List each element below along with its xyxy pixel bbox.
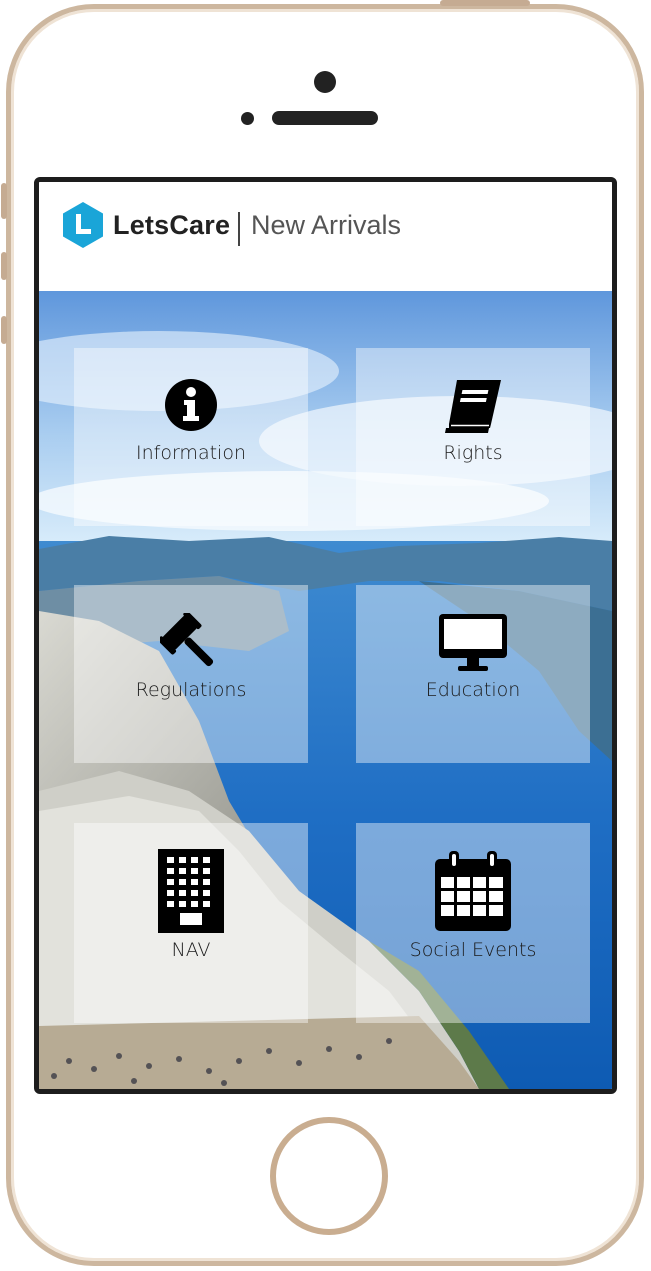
calendar-icon bbox=[435, 851, 511, 931]
volume-down-button bbox=[1, 316, 7, 344]
letscare-logo-icon bbox=[63, 202, 103, 248]
book-icon bbox=[445, 380, 501, 433]
tile-label: Information bbox=[136, 442, 246, 464]
tile-label: Rights bbox=[443, 442, 503, 464]
tile-label: Education bbox=[425, 679, 521, 701]
proximity-sensor bbox=[241, 112, 254, 125]
page-title: New Arrivals bbox=[251, 210, 402, 240]
header-divider bbox=[238, 212, 240, 246]
tile-label: Social Events bbox=[409, 939, 537, 961]
background-image: Information Rights Regulations Education… bbox=[39, 291, 612, 1089]
mute-switch bbox=[1, 183, 7, 219]
tile-label: Regulations bbox=[135, 679, 247, 701]
tile-information[interactable]: Information bbox=[74, 348, 308, 526]
tile-education[interactable]: Education bbox=[356, 585, 590, 763]
app-header: LetsCare New Arrivals bbox=[39, 182, 612, 291]
home-button[interactable] bbox=[270, 1117, 388, 1235]
brand-name: LetsCare bbox=[113, 210, 231, 240]
earpiece-speaker bbox=[272, 111, 378, 125]
power-button bbox=[440, 0, 530, 6]
front-camera bbox=[314, 71, 336, 93]
desktop-monitor-icon bbox=[439, 614, 507, 671]
info-circle-icon bbox=[165, 379, 217, 431]
tile-label: NAV bbox=[171, 939, 211, 961]
tile-social-events[interactable]: Social Events bbox=[356, 823, 590, 1023]
office-building-icon bbox=[158, 849, 224, 933]
app-screen: LetsCare New Arrivals Information Rights… bbox=[34, 177, 617, 1094]
volume-up-button bbox=[1, 252, 7, 280]
tile-rights[interactable]: Rights bbox=[356, 348, 590, 526]
tile-regulations[interactable]: Regulations bbox=[74, 585, 308, 763]
tile-nav[interactable]: NAV bbox=[74, 823, 308, 1023]
gavel-icon bbox=[160, 613, 214, 667]
